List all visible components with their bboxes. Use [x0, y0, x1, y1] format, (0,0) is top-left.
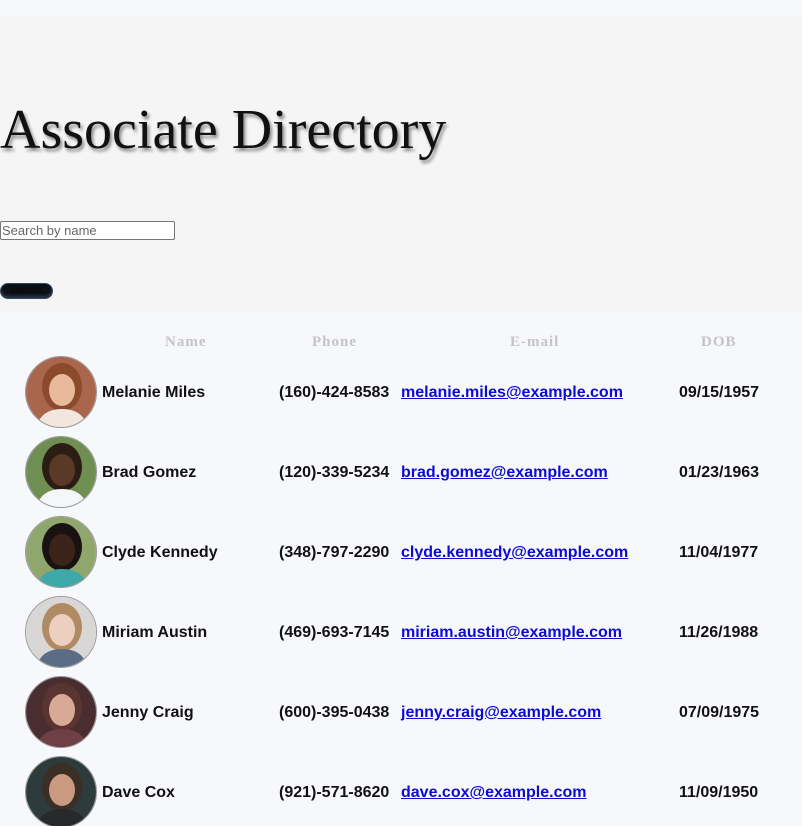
dob-cell: 01/23/1963 — [679, 464, 760, 481]
dob-cell: 11/09/1950 — [679, 784, 759, 801]
phone-cell: (160)-424-8583 — [279, 384, 390, 401]
dob-cell: 11/04/1977 — [679, 544, 759, 561]
avatar — [25, 756, 97, 826]
email-cell: clyde.kennedy@example.com — [401, 544, 628, 562]
name-cell: Dave Cox — [102, 784, 175, 801]
name-cell: Clyde Kennedy — [102, 544, 218, 561]
name-cell: Brad Gomez — [102, 464, 197, 481]
column-header-name: Name — [165, 334, 207, 350]
email-link[interactable]: jenny.craig@example.com — [401, 704, 601, 721]
name-cell: Miriam Austin — [102, 624, 208, 641]
dob-cell: 07/09/1975 — [679, 704, 760, 721]
dob-cell: 09/15/1957 — [679, 384, 760, 401]
phone-cell: (469)-693-7145 — [279, 624, 390, 641]
table-row: Dave Cox (921)-571-8620 dave.cox@example.c… — [0, 756, 802, 826]
email-cell: jenny.craig@example.com — [401, 704, 601, 722]
table-row: Clyde Kennedy (348)-797-2290 clyde.kennedy… — [0, 516, 802, 596]
column-header-dob: DOB — [701, 334, 737, 350]
avatar — [25, 436, 97, 508]
table-row: Brad Gomez (120)-339-5234 brad.gomez@examp… — [0, 436, 802, 516]
email-link[interactable]: dave.cox@example.com — [401, 784, 586, 801]
table-row: Melanie Miles (160)-424-8583 melanie.miles… — [0, 356, 802, 436]
phone-cell: (600)-395-0438 — [279, 704, 390, 721]
email-cell: miriam.austin@example.com — [401, 624, 622, 642]
dob-cell: 11/26/1988 — [679, 624, 759, 641]
email-link[interactable]: melanie.miles@example.com — [401, 384, 623, 401]
search-button[interactable]: Search — [0, 283, 53, 299]
phone-cell: (348)-797-2290 — [279, 544, 390, 561]
page-title: Associate Directory — [0, 99, 447, 161]
avatar — [25, 596, 97, 668]
column-header-phone: Phone — [312, 334, 358, 350]
email-link[interactable]: clyde.kennedy@example.com — [401, 544, 628, 561]
header-banner: Associate Directory Search — [0, 15, 802, 313]
table-row: Jenny Craig (600)-395-0438 jenny.craig@exa… — [0, 676, 802, 756]
email-link[interactable]: brad.gomez@example.com — [401, 464, 608, 481]
name-cell: Melanie Miles — [102, 384, 206, 401]
phone-cell: (120)-339-5234 — [279, 464, 390, 481]
name-cell: Jenny Craig — [102, 704, 194, 721]
email-link[interactable]: miriam.austin@example.com — [401, 624, 622, 641]
search-input[interactable] — [0, 221, 175, 240]
avatar — [25, 516, 97, 588]
email-cell: brad.gomez@example.com — [401, 464, 608, 482]
avatar — [25, 356, 97, 428]
column-header-email: E-mail — [510, 334, 560, 350]
email-cell: melanie.miles@example.com — [401, 384, 623, 402]
phone-cell: (921)-571-8620 — [279, 784, 390, 801]
email-cell: dave.cox@example.com — [401, 784, 586, 802]
table-row: Miriam Austin (469)-693-7145 miriam.austin… — [0, 596, 802, 676]
avatar — [25, 676, 97, 748]
